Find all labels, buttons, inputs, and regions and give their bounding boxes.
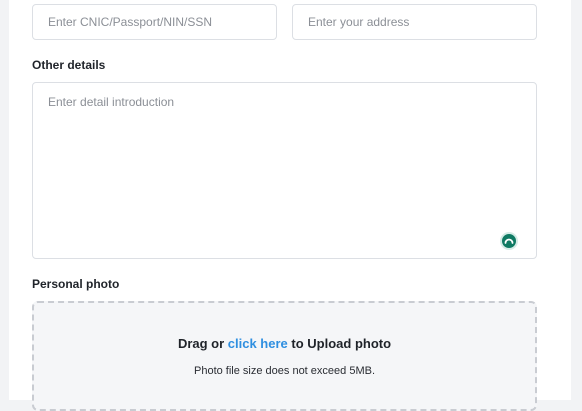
- dropzone-title: Drag or click here to Upload photo: [34, 336, 535, 351]
- dropzone-prefix: Drag or: [177, 336, 228, 351]
- assistant-arc-icon: [504, 238, 514, 244]
- id-number-input[interactable]: Enter CNIC/Passport/NIN/SSN: [32, 4, 277, 40]
- id-number-placeholder: Enter CNIC/Passport/NIN/SSN: [48, 15, 213, 29]
- address-input[interactable]: Enter your address: [292, 4, 537, 40]
- other-details-placeholder: Enter detail introduction: [48, 95, 175, 109]
- photo-dropzone[interactable]: Drag or click here to Upload photo Photo…: [32, 301, 537, 411]
- click-here-link[interactable]: click here: [228, 336, 288, 351]
- personal-photo-label: Personal photo: [32, 277, 120, 291]
- other-details-textarea[interactable]: Enter detail introduction: [32, 82, 537, 259]
- file-size-note: Photo file size does not exceed 5MB.: [194, 365, 375, 377]
- dropzone-suffix: to Upload photo: [287, 336, 392, 351]
- form-card: Enter CNIC/Passport/NIN/SSN Enter your a…: [9, 0, 571, 411]
- address-placeholder: Enter your address: [308, 15, 410, 29]
- other-details-label: Other details: [32, 58, 106, 72]
- grammar-assistant-icon[interactable]: [500, 232, 518, 250]
